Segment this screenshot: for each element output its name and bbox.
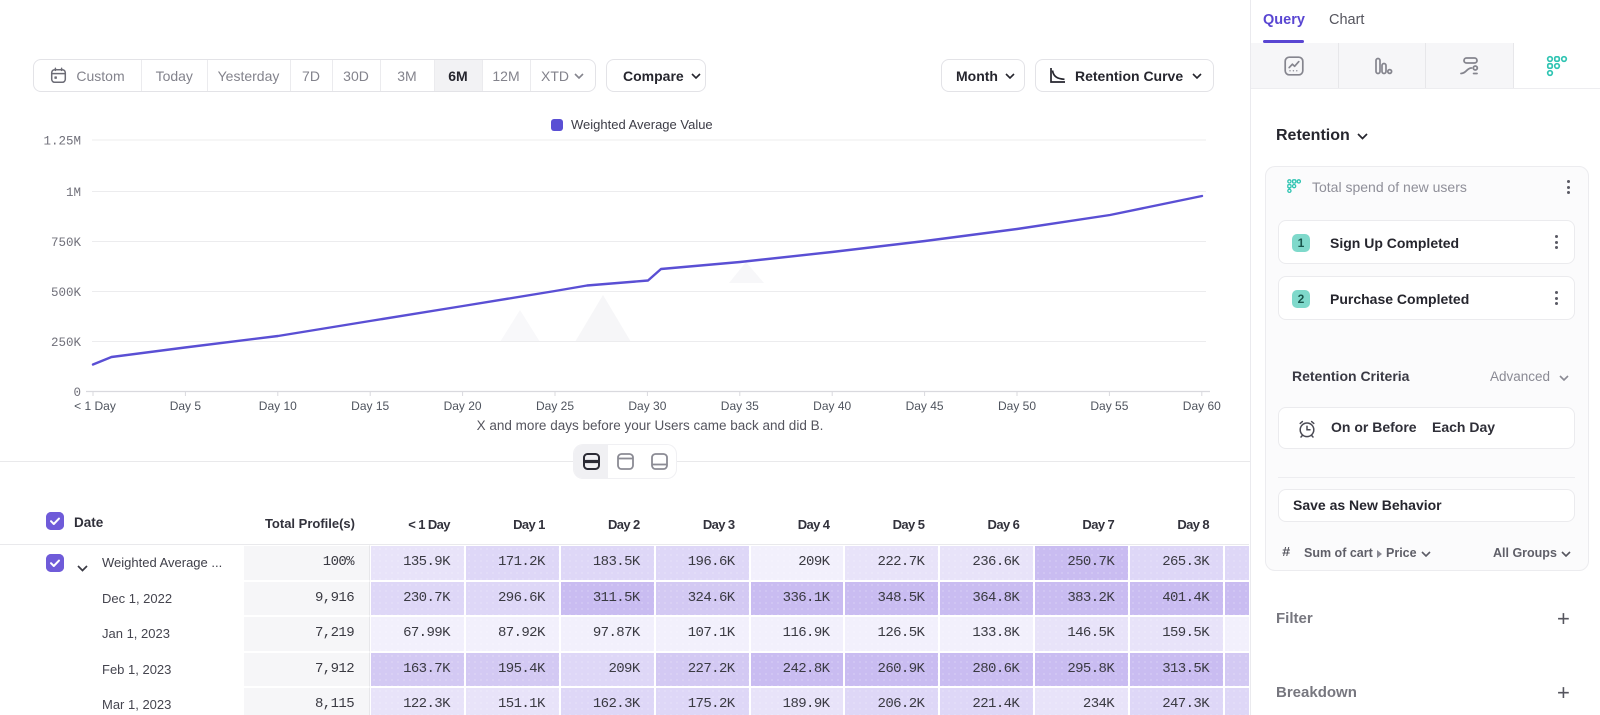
- svg-text:Day 40: Day 40: [813, 399, 851, 413]
- svg-text:Day 25: Day 25: [536, 399, 574, 413]
- svg-text:< 1 Day: < 1 Day: [74, 399, 116, 413]
- svg-text:Day 60: Day 60: [1183, 399, 1221, 413]
- svg-text:0: 0: [73, 386, 81, 400]
- svg-text:Day 35: Day 35: [721, 399, 759, 413]
- svg-text:250K: 250K: [51, 336, 82, 350]
- svg-text:1M: 1M: [66, 186, 81, 200]
- svg-text:Day 10: Day 10: [259, 399, 297, 413]
- svg-text:Day 20: Day 20: [444, 399, 482, 413]
- svg-text:Day 15: Day 15: [351, 399, 389, 413]
- svg-text:Day 5: Day 5: [170, 399, 202, 413]
- svg-text:500K: 500K: [51, 286, 82, 300]
- svg-text:Day 55: Day 55: [1090, 399, 1128, 413]
- svg-text:Day 45: Day 45: [906, 399, 944, 413]
- svg-text:Day 50: Day 50: [998, 399, 1036, 413]
- svg-text:Day 30: Day 30: [628, 399, 666, 413]
- svg-text:1.25M: 1.25M: [43, 135, 81, 149]
- svg-text:750K: 750K: [51, 236, 82, 250]
